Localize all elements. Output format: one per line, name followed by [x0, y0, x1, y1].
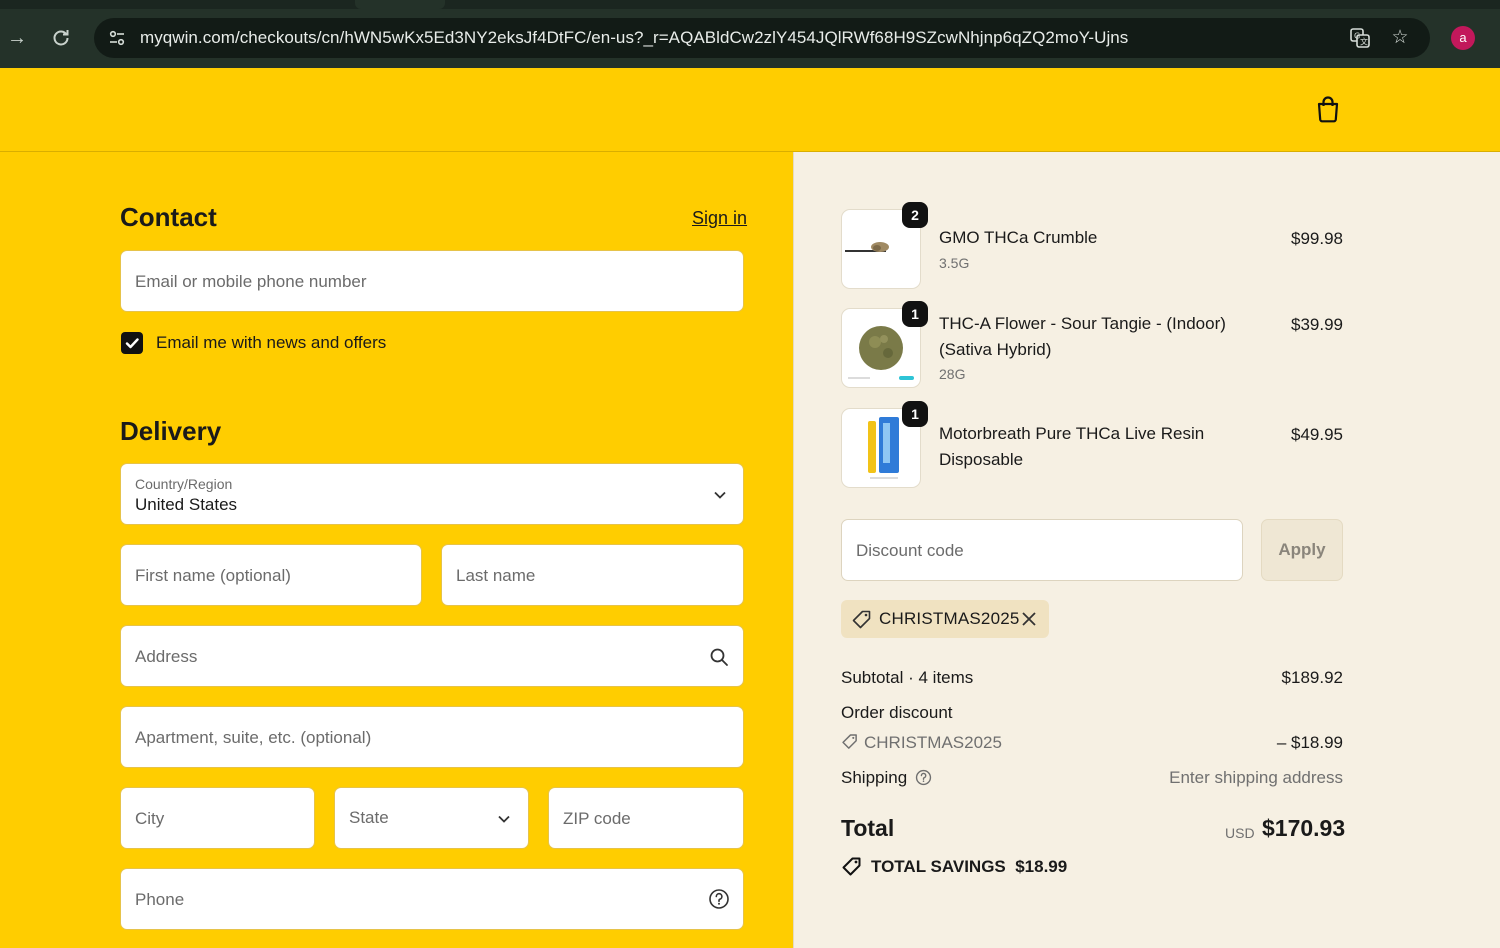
bookmark-star-icon[interactable]: ☆	[1389, 27, 1411, 49]
tag-icon	[841, 733, 859, 756]
quantity-badge: 2	[902, 202, 928, 228]
discount-value: – $18.99	[1276, 733, 1343, 752]
order-discount-row: Order discount	[841, 703, 1343, 723]
total-savings-value: $18.99	[1015, 857, 1068, 876]
forward-arrow-icon[interactable]: →	[3, 24, 31, 52]
contact-heading: Contact	[120, 202, 217, 232]
svg-text:文: 文	[1360, 37, 1368, 47]
first-name-placeholder: First name (optional)	[135, 566, 291, 585]
active-tab[interactable]	[355, 0, 445, 9]
state-placeholder: State	[349, 808, 389, 827]
store-header	[0, 68, 1500, 152]
newsletter-label: Email me with news and offers	[156, 333, 387, 352]
total-label: Total	[841, 815, 895, 841]
item-price: $49.95	[1291, 425, 1343, 444]
tab-strip	[0, 0, 1500, 9]
subtotal-value: $189.92	[1281, 668, 1343, 687]
cart-item: 1 THC-A Flower - Sour Tangie - (Indoor) …	[841, 301, 1343, 388]
apartment-placeholder: Apartment, suite, etc. (optional)	[135, 728, 372, 747]
newsletter-checkbox[interactable]	[121, 332, 143, 354]
item-price: $39.99	[1291, 315, 1343, 334]
chevron-down-icon	[709, 484, 731, 506]
item-price: $99.98	[1291, 229, 1343, 248]
email-field[interactable]: Email or mobile phone number	[120, 250, 744, 312]
translate-icon[interactable]: G文	[1349, 27, 1371, 49]
search-icon[interactable]	[708, 646, 730, 668]
item-variant: 3.5G	[939, 255, 970, 271]
phone-placeholder: Phone	[135, 890, 185, 909]
zip-placeholder: ZIP code	[563, 809, 631, 828]
cart-item: 2 GMO THCa Crumble 3.5G $99.98	[841, 202, 1343, 289]
last-name-field[interactable]: Last name	[441, 544, 744, 606]
tag-icon	[841, 856, 863, 878]
total-savings-label: TOTAL SAVINGS	[871, 857, 1006, 876]
shopping-bag-icon[interactable]	[1315, 95, 1341, 123]
discount-code-text: CHRISTMAS2025	[864, 733, 1002, 752]
sign-in-link[interactable]: Sign in	[692, 208, 747, 229]
address-field[interactable]: Address	[120, 625, 744, 687]
country-value: United States	[135, 495, 238, 514]
shipping-label: Shipping	[841, 768, 908, 787]
item-name: THC-A Flower - Sour Tangie - (Indoor) (S…	[939, 314, 1226, 359]
tag-icon	[851, 609, 873, 631]
browser-toolbar: → myqwin.com/checkouts/cn/hWN5wKx5Ed3NY2…	[0, 0, 1500, 68]
first-name-field[interactable]: First name (optional)	[120, 544, 422, 606]
subtotal-row: Subtotal · 4 items $189.92	[841, 668, 1343, 688]
reload-icon[interactable]	[47, 24, 75, 52]
help-icon[interactable]	[915, 769, 932, 791]
discount-code-label: CHRISTMAS2025	[879, 609, 1020, 628]
country-label: Country/Region	[135, 476, 233, 492]
apply-discount-button[interactable]: Apply	[1261, 519, 1343, 581]
chevron-down-icon	[493, 808, 515, 830]
address-placeholder: Address	[135, 647, 198, 666]
order-discount-label: Order discount	[841, 703, 953, 722]
city-field[interactable]: City	[120, 787, 315, 849]
url-text[interactable]: myqwin.com/checkouts/cn/hWN5wKx5Ed3NY2ek…	[140, 28, 1128, 48]
applied-discount-chip: CHRISTMAS2025	[841, 600, 1049, 638]
country-select[interactable]: Country/Region United States	[120, 463, 744, 525]
state-select[interactable]: State	[334, 787, 529, 849]
shipping-row: Shipping Enter shipping address	[841, 768, 1343, 788]
cart-item: 1 Motorbreath Pure THCa Live Resin Dispo…	[841, 401, 1343, 488]
site-settings-icon[interactable]	[108, 29, 126, 47]
total-value: $170.93	[1262, 815, 1346, 841]
discount-code-field[interactable]: Discount code	[841, 519, 1243, 581]
profile-avatar[interactable]: a	[1451, 26, 1475, 50]
email-placeholder: Email or mobile phone number	[135, 272, 367, 291]
quantity-badge: 1	[902, 301, 928, 327]
address-bar[interactable]: myqwin.com/checkouts/cn/hWN5wKx5Ed3NY2ek…	[94, 18, 1430, 58]
shipping-value: Enter shipping address	[1169, 768, 1343, 787]
last-name-placeholder: Last name	[456, 566, 536, 585]
zip-code-field[interactable]: ZIP code	[548, 787, 744, 849]
city-placeholder: City	[135, 809, 165, 828]
phone-field[interactable]: Phone	[120, 868, 744, 930]
item-name: GMO THCa Crumble	[939, 228, 1098, 247]
discount-placeholder: Discount code	[856, 541, 964, 560]
total-currency: USD	[1225, 825, 1255, 841]
quantity-badge: 1	[902, 401, 928, 427]
item-name: Motorbreath Pure THCa Live Resin Disposa…	[939, 424, 1205, 469]
delivery-heading: Delivery	[120, 416, 222, 446]
help-icon[interactable]	[708, 888, 730, 910]
subtotal-label: Subtotal · 4 items	[841, 668, 974, 687]
apartment-field[interactable]: Apartment, suite, etc. (optional)	[120, 706, 744, 768]
remove-discount-icon[interactable]	[1019, 609, 1039, 629]
item-variant: 28G	[939, 366, 966, 382]
